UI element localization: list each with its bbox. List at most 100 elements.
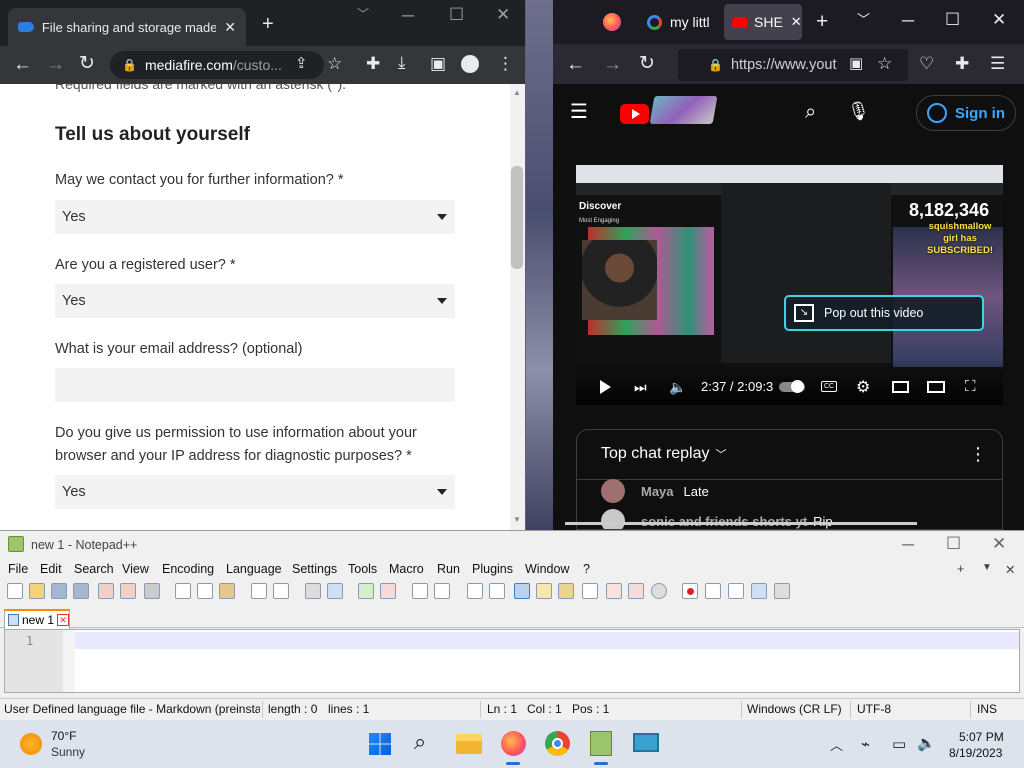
undo-icon[interactable]	[251, 583, 267, 599]
sync-horizontal-icon[interactable]	[434, 583, 450, 599]
menu-macro[interactable]: Macro	[389, 562, 424, 576]
weather-condition[interactable]: Sunny	[51, 745, 85, 759]
scroll-up-arrow-icon[interactable]: ▲	[513, 88, 521, 97]
tab-list-down-icon[interactable]: ▼	[982, 562, 992, 573]
menu-plugins[interactable]: Plugins	[472, 562, 513, 576]
firefox-menu-icon[interactable]: ☰	[990, 55, 1005, 72]
menu-tools[interactable]: Tools	[348, 562, 377, 576]
zoom-out-icon[interactable]	[380, 583, 396, 599]
menu-encoding[interactable]: Encoding	[162, 562, 214, 576]
permission-select[interactable]: Yes	[55, 475, 455, 509]
chat-title-button[interactable]: Top chat replay ﹀	[601, 445, 727, 463]
minimize-button[interactable]: ─	[902, 536, 914, 553]
microphone-icon[interactable]: 🎙	[847, 102, 870, 120]
close-document-icon[interactable]: ✕	[1005, 562, 1015, 577]
settings-gear-icon[interactable]: ⚙	[856, 377, 870, 397]
stop-macro-icon[interactable]	[705, 583, 721, 599]
menu-file[interactable]: File	[8, 562, 28, 576]
maximize-button[interactable]: ☐	[449, 6, 464, 23]
tab-search-chevron-icon[interactable]: ﹀	[357, 8, 369, 20]
replace-icon[interactable]	[327, 583, 343, 599]
menu-view[interactable]: View	[122, 562, 149, 576]
theater-mode-icon[interactable]	[927, 381, 945, 393]
scroll-down-arrow-icon[interactable]: ▼	[513, 515, 521, 524]
menu-help[interactable]: ?	[583, 562, 590, 576]
video-player[interactable]: Discover Most Engaging 8,182,346 squishm…	[576, 165, 1003, 405]
page-scrollbar[interactable]	[510, 84, 525, 530]
doc-map-icon[interactable]	[558, 583, 574, 599]
play-multiple-icon[interactable]	[751, 583, 767, 599]
chrome-tab-mediafire[interactable]: File sharing and storage made si ✕	[8, 8, 246, 46]
save-macro-icon[interactable]	[774, 583, 790, 599]
chrome-menu-icon[interactable]: ⋮	[497, 55, 514, 72]
notepadpp-taskbar-icon[interactable]	[590, 731, 612, 756]
close-file-icon[interactable]	[98, 583, 114, 599]
close-window-button[interactable]: ✕	[496, 6, 510, 23]
file-explorer-icon[interactable]	[456, 734, 482, 754]
firefox-tab-1[interactable]: my littl	[637, 0, 723, 44]
reload-icon[interactable]: ↻	[79, 54, 95, 73]
back-arrow-icon[interactable]: ←	[566, 55, 585, 74]
extensions-puzzle-icon[interactable]: ✚	[366, 55, 380, 72]
redo-icon[interactable]	[273, 583, 289, 599]
clock-date[interactable]: 8/19/2023	[949, 746, 1002, 760]
chrome-address-bar[interactable]: 🔒 mediafire.com/custo...	[110, 51, 324, 79]
scrollbar-thumb[interactable]	[511, 166, 523, 269]
save-icon[interactable]	[51, 583, 67, 599]
print-icon[interactable]	[144, 583, 160, 599]
indent-guide-icon[interactable]	[514, 583, 530, 599]
cut-icon[interactable]	[175, 583, 191, 599]
menu-window[interactable]: Window	[525, 562, 569, 576]
display-icon[interactable]: ▭	[892, 735, 906, 753]
profile-avatar-icon[interactable]	[461, 55, 479, 73]
function-list-icon[interactable]	[606, 583, 622, 599]
firefox-address-bar[interactable]: 🔒 https://www.yout	[678, 49, 908, 81]
search-icon[interactable]: ⌕	[805, 102, 816, 122]
channel-doodle-logo[interactable]	[649, 96, 718, 124]
close-tab-icon[interactable]: ✕	[57, 614, 70, 626]
back-arrow-icon[interactable]: ←	[13, 55, 32, 74]
maximize-button[interactable]: ☐	[946, 535, 961, 552]
fullscreen-icon[interactable]: ⛶	[965, 378, 976, 395]
play-icon[interactable]	[600, 380, 611, 394]
contact-select[interactable]: Yes	[55, 200, 455, 234]
email-input[interactable]	[55, 368, 455, 402]
volume-icon[interactable]: 🔈	[917, 734, 936, 752]
monitoring-icon[interactable]	[651, 583, 667, 599]
tab-list-chevron-icon[interactable]: ﹀	[857, 13, 870, 26]
find-icon[interactable]	[305, 583, 321, 599]
minimize-button[interactable]: ─	[902, 12, 914, 29]
clock-time[interactable]: 5:07 PM	[959, 730, 1004, 744]
udl-icon[interactable]	[536, 583, 552, 599]
menu-run[interactable]: Run	[437, 562, 460, 576]
volume-icon[interactable]: 🔈	[669, 379, 686, 396]
captions-icon[interactable]: CC	[821, 381, 837, 392]
bookmark-star-icon[interactable]: ☆	[327, 55, 342, 72]
maximize-button[interactable]: ☐	[945, 11, 960, 28]
zoom-in-icon[interactable]	[358, 583, 374, 599]
folder-workspace-icon[interactable]	[628, 583, 644, 599]
tab-close-icon[interactable]: ✕	[791, 14, 802, 30]
close-all-icon[interactable]	[120, 583, 136, 599]
sync-vertical-icon[interactable]	[412, 583, 428, 599]
firefox-tab-youtube[interactable]: SHE ✕	[724, 4, 802, 40]
word-wrap-icon[interactable]	[467, 583, 483, 599]
forward-arrow-icon[interactable]: →	[46, 55, 65, 74]
menu-language[interactable]: Language	[226, 562, 282, 576]
save-all-icon[interactable]	[73, 583, 89, 599]
side-panel-icon[interactable]: ▣	[430, 55, 446, 72]
reload-icon[interactable]: ↻	[639, 54, 655, 73]
menu-settings[interactable]: Settings	[292, 562, 337, 576]
doc-list-icon[interactable]	[582, 583, 598, 599]
tab-new-1[interactable]: new 1 ✕	[4, 609, 70, 629]
firefox-logo-icon[interactable]	[603, 13, 621, 31]
close-window-button[interactable]: ✕	[992, 11, 1006, 28]
next-icon[interactable]: ⏭	[634, 380, 647, 394]
add-tab-icon[interactable]: +	[957, 562, 964, 576]
show-all-chars-icon[interactable]	[489, 583, 505, 599]
new-file-icon[interactable]	[7, 583, 23, 599]
firefox-taskbar-icon[interactable]	[501, 731, 526, 756]
menu-edit[interactable]: Edit	[40, 562, 62, 576]
menu-search[interactable]: Search	[74, 562, 114, 576]
popout-video-tooltip[interactable]: ↘ Pop out this video	[784, 295, 984, 331]
